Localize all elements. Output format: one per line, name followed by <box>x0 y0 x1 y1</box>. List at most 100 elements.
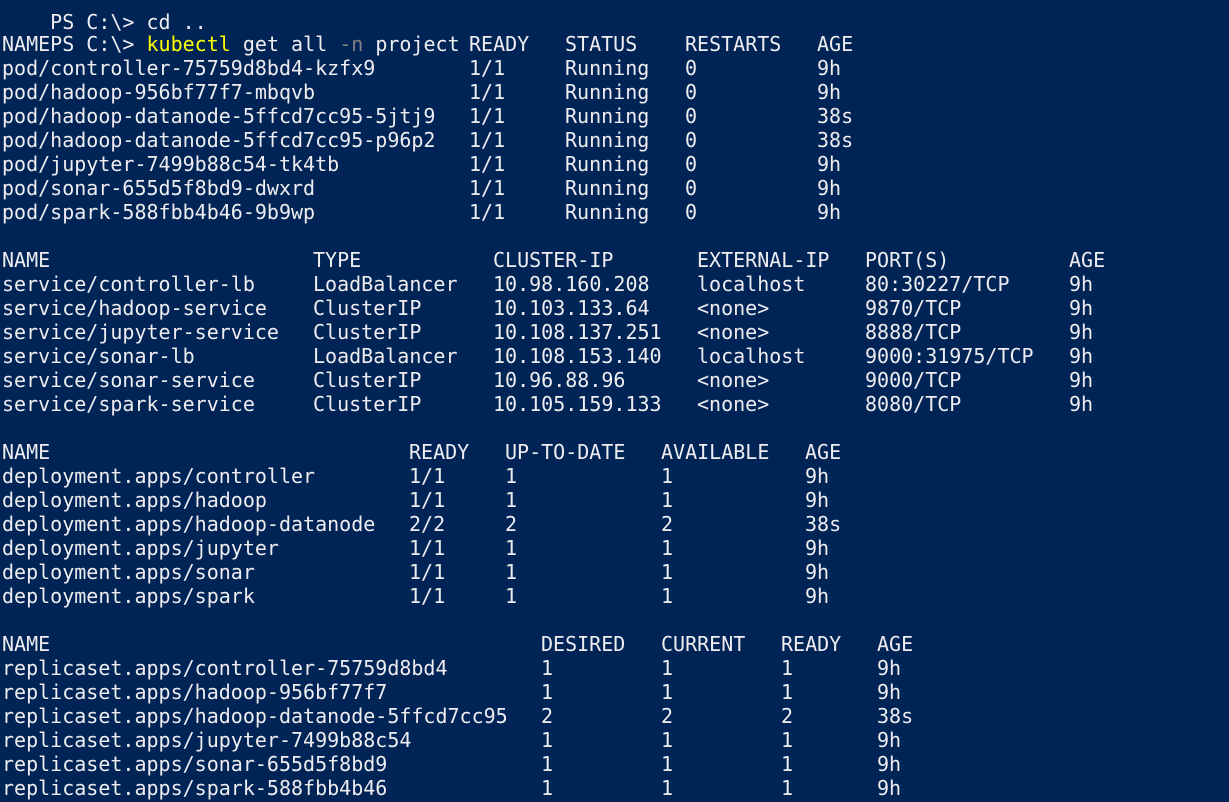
replicaset-current: 1 <box>661 680 674 704</box>
replicaset-name: replicaset.apps/hadoop-datanode-5ffcd7cc… <box>2 704 508 728</box>
table-row: pod/sonar-655d5f8bd9-dwxrd 1/1 Running 0… <box>2 176 1227 200</box>
service-name: service/controller-lb <box>2 272 255 296</box>
deployments-header-row: NAME READY UP-TO-DATE AVAILABLE AGE <box>2 440 1227 464</box>
pod-status: Running <box>565 128 650 152</box>
deployment-age: 9h <box>805 560 830 584</box>
table-row: deployment.apps/controller 1/1 1 1 9h <box>2 464 1227 488</box>
replicaset-ready: 1 <box>781 752 794 776</box>
service-type: ClusterIP <box>313 320 422 344</box>
service-ports: 9000/TCP <box>865 368 962 392</box>
deployments-header-ready: READY <box>409 440 470 464</box>
services-header-type: TYPE <box>313 248 362 272</box>
pods-header-status: STATUS <box>565 32 638 56</box>
table-row: deployment.apps/hadoop-datanode 2/2 2 2 … <box>2 512 1227 536</box>
service-external-ip: <none> <box>697 320 770 344</box>
replicaset-age: 9h <box>877 752 902 776</box>
pod-status: Running <box>565 56 650 80</box>
pod-ready: 1/1 <box>469 176 506 200</box>
pod-age: 9h <box>817 80 842 104</box>
pods-header-restarts: RESTARTS <box>685 32 782 56</box>
services-header-age: AGE <box>1069 248 1106 272</box>
services-header-ports: PORT(S) <box>865 248 950 272</box>
replicaset-ready: 1 <box>781 656 794 680</box>
service-age: 9h <box>1069 320 1094 344</box>
pod-name: pod/sonar-655d5f8bd9-dwxrd <box>2 176 316 200</box>
service-age: 9h <box>1069 368 1094 392</box>
table-row: pod/controller-75759d8bd4-kzfx9 1/1 Runn… <box>2 56 1227 80</box>
deployment-name: deployment.apps/spark <box>2 584 255 608</box>
deployment-available: 1 <box>661 488 674 512</box>
replicaset-ready: 2 <box>781 704 794 728</box>
pod-name: pod/controller-75759d8bd4-kzfx9 <box>2 56 376 80</box>
pod-name: pod/hadoop-datanode-5ffcd7cc95-p96p2 <box>2 128 436 152</box>
deployment-available: 1 <box>661 536 674 560</box>
pods-header-age: AGE <box>817 32 854 56</box>
service-cluster-ip: 10.108.137.251 <box>493 320 662 344</box>
replicaset-age: 9h <box>877 656 902 680</box>
table-row: service/jupyter-service ClusterIP 10.108… <box>2 320 1227 344</box>
table-row: replicaset.apps/jupyter-7499b88c54 1 1 1… <box>2 728 1227 752</box>
deployment-age: 9h <box>805 464 830 488</box>
deployment-name: deployment.apps/hadoop-datanode <box>2 512 376 536</box>
deployments-header-up-to-date: UP-TO-DATE <box>505 440 626 464</box>
deployment-up-to-date: 1 <box>505 464 518 488</box>
pod-name: pod/spark-588fbb4b46-9b9wp <box>2 200 316 224</box>
service-name: service/sonar-service <box>2 368 255 392</box>
replicaset-current: 2 <box>661 704 674 728</box>
deployment-up-to-date: 1 <box>505 536 518 560</box>
deployment-ready: 1/1 <box>409 488 446 512</box>
service-cluster-ip: 10.98.160.208 <box>493 272 650 296</box>
deployment-available: 2 <box>661 512 674 536</box>
pod-name: pod/hadoop-datanode-5ffcd7cc95-5jtj9 <box>2 104 436 128</box>
replicaset-current: 1 <box>661 656 674 680</box>
services-header-cluster-ip: CLUSTER-IP <box>493 248 614 272</box>
replicaset-current: 1 <box>661 752 674 776</box>
pod-restarts: 0 <box>685 200 698 224</box>
pod-age: 9h <box>817 200 842 224</box>
service-ports: 80:30227/TCP <box>865 272 1010 296</box>
replicaset-current: 1 <box>661 728 674 752</box>
pod-name: pod/jupyter-7499b88c54-tk4tb <box>2 152 340 176</box>
replicaset-name: replicaset.apps/jupyter-7499b88c54 <box>2 728 412 752</box>
table-row: service/hadoop-service ClusterIP 10.103.… <box>2 296 1227 320</box>
pod-ready: 1/1 <box>469 128 506 152</box>
pod-ready: 1/1 <box>469 200 506 224</box>
service-external-ip: <none> <box>697 368 770 392</box>
replicaset-ready: 1 <box>781 776 794 800</box>
replicaset-ready: 1 <box>781 728 794 752</box>
service-external-ip: localhost <box>697 344 806 368</box>
table-row: pod/hadoop-956bf77f7-mbqvb 1/1 Running 0… <box>2 80 1227 104</box>
table-row: deployment.apps/spark 1/1 1 1 9h <box>2 584 1227 608</box>
service-ports: 9870/TCP <box>865 296 962 320</box>
pod-age: 9h <box>817 56 842 80</box>
deployment-age: 9h <box>805 584 830 608</box>
pods-header-name: NAME <box>2 32 51 56</box>
deployment-up-to-date: 1 <box>505 584 518 608</box>
replicaset-desired: 1 <box>541 728 554 752</box>
service-age: 9h <box>1069 272 1094 296</box>
table-row: service/controller-lb LoadBalancer 10.98… <box>2 272 1227 296</box>
service-cluster-ip: 10.105.159.133 <box>493 392 662 416</box>
pod-ready: 1/1 <box>469 80 506 104</box>
table-row: replicaset.apps/hadoop-datanode-5ffcd7cc… <box>2 704 1227 728</box>
prompt-line: PS C:\> kubectl get all -n project <box>2 8 1227 56</box>
pod-age: 9h <box>817 152 842 176</box>
deployment-available: 1 <box>661 584 674 608</box>
service-cluster-ip: 10.108.153.140 <box>493 344 662 368</box>
table-row: replicaset.apps/hadoop-956bf77f7 1 1 1 9… <box>2 680 1227 704</box>
replicaset-current: 1 <box>661 776 674 800</box>
pod-status: Running <box>565 176 650 200</box>
deployments-header-available: AVAILABLE <box>661 440 770 464</box>
deployment-ready: 2/2 <box>409 512 446 536</box>
replicaset-name: replicaset.apps/sonar-655d5f8bd9 <box>2 752 388 776</box>
pod-ready: 1/1 <box>469 152 506 176</box>
replicasets-header-ready: READY <box>781 632 842 656</box>
pod-restarts: 0 <box>685 128 698 152</box>
pod-age: 38s <box>817 104 854 128</box>
powershell-terminal[interactable]: PS C:\> cd .. PS C:\> kubectl get all -n… <box>0 0 1229 802</box>
pod-status: Running <box>565 152 650 176</box>
replicaset-desired: 1 <box>541 656 554 680</box>
replicaset-ready: 1 <box>781 680 794 704</box>
replicaset-desired: 1 <box>541 752 554 776</box>
pod-restarts: 0 <box>685 152 698 176</box>
